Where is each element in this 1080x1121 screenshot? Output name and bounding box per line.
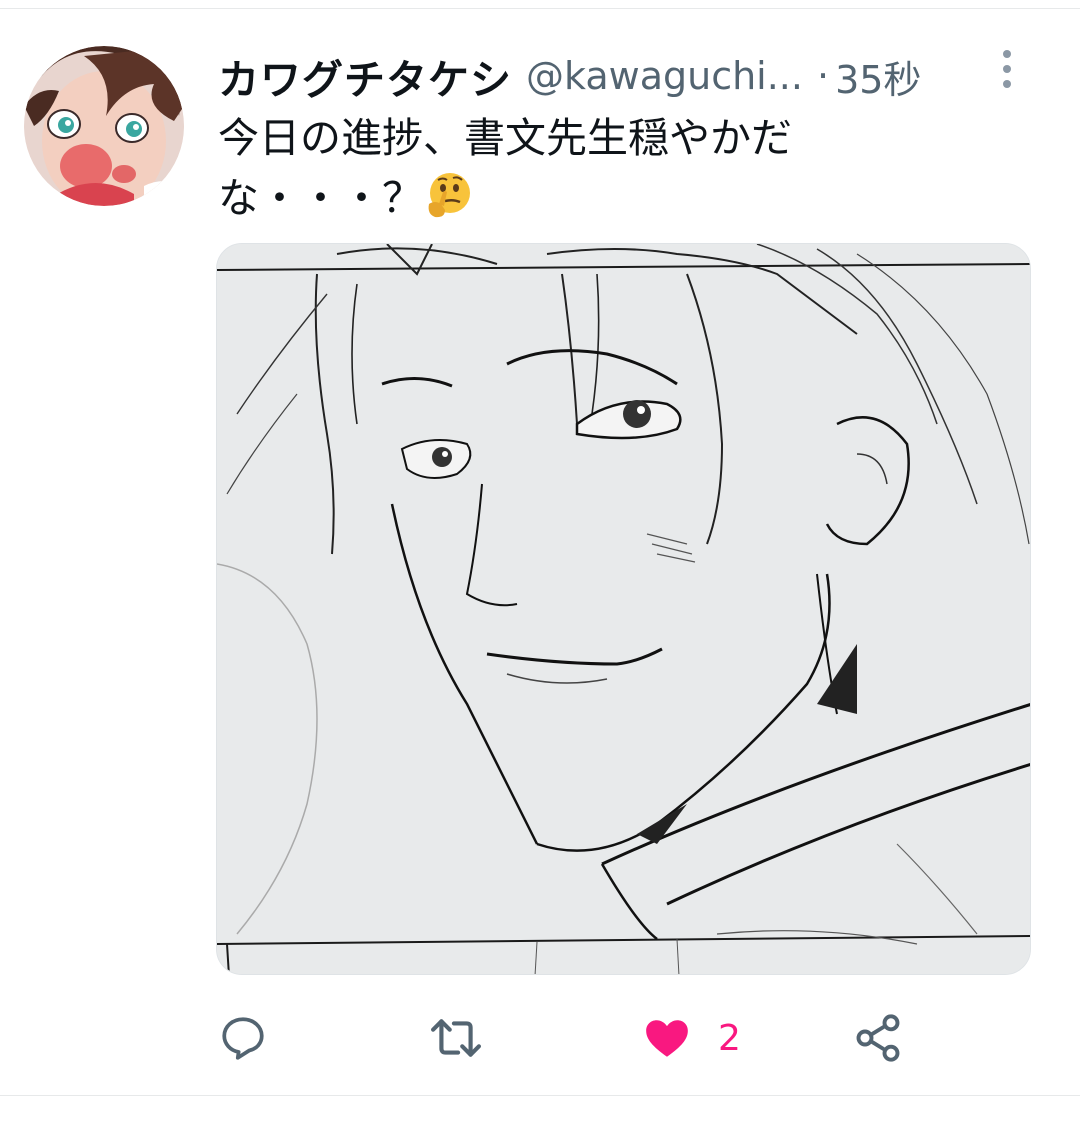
more-dot (1003, 80, 1011, 88)
like-button[interactable]: 2 (642, 1008, 741, 1068)
retweet-icon (431, 1019, 481, 1057)
tweet-body: 今日の進捗、書文先生穏やかだな・・・？ (218, 114, 792, 222)
manga-sketch-image (217, 244, 1030, 974)
top-divider (0, 8, 1080, 9)
action-bar: 2 (0, 1008, 1080, 1068)
handle[interactable]: @kawaguchi... (526, 54, 803, 98)
share-button[interactable] (852, 1008, 904, 1068)
avatar-illustration (24, 46, 184, 206)
share-icon (856, 1014, 900, 1062)
more-options-button[interactable] (992, 46, 1022, 92)
bottom-divider (0, 1095, 1080, 1096)
timestamp[interactable]: 35秒 (835, 49, 921, 104)
tweet-header: カワグチタケシ @kawaguchi... · 35秒 (218, 48, 978, 104)
reply-button[interactable] (218, 1008, 268, 1068)
more-dot (1003, 50, 1011, 58)
retweet-button[interactable] (426, 1008, 486, 1068)
more-dot (1003, 65, 1011, 73)
separator-dot: · (816, 54, 830, 98)
display-name[interactable]: カワグチタケシ (218, 46, 512, 106)
thinking-face-icon (428, 173, 470, 218)
tweet-text: 今日の進捗、書文先生穏やかだな・・・？ (218, 108, 878, 228)
attached-image[interactable] (216, 243, 1031, 975)
avatar[interactable] (24, 46, 184, 206)
like-count: 2 (718, 1017, 741, 1059)
reply-icon (222, 1017, 264, 1060)
heart-icon (646, 1020, 688, 1057)
